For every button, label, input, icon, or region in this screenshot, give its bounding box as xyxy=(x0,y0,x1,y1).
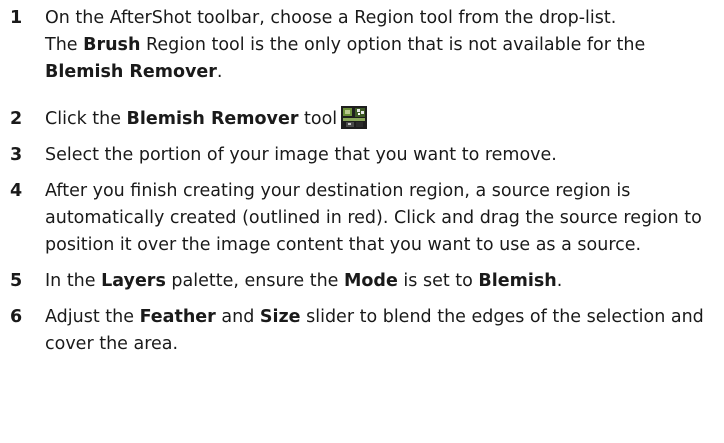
step-number: 1 xyxy=(10,8,23,28)
step-text-part: Adjust the xyxy=(45,307,140,327)
blemish-remover-term: Blemish Remover xyxy=(126,109,299,129)
layers-term: Layers xyxy=(101,271,166,291)
step-text: In the Layers palette, ensure the Mode i… xyxy=(45,268,716,295)
step-6: 6 Adjust the Feather and Size slider to … xyxy=(0,304,724,358)
blemish-term: Blemish xyxy=(478,271,557,291)
step-text-part: Click the xyxy=(45,109,127,129)
step-text-part: palette, ensure the xyxy=(165,271,344,291)
blemish-remover-tool-icon xyxy=(341,106,368,129)
step-number: 3 xyxy=(10,145,23,165)
step-text: On the AfterShot toolbar, choose a Regio… xyxy=(45,8,617,28)
step-text-part: is set to xyxy=(397,271,479,291)
step-text-part: . xyxy=(556,271,563,291)
step-5: 5 In the Layers palette, ensure the Mode… xyxy=(0,268,724,295)
step-number: 5 xyxy=(10,271,23,291)
brush-term: Brush xyxy=(83,35,141,55)
step-text-part: and xyxy=(215,307,260,327)
step-text: Click the Blemish Remover tool xyxy=(45,106,716,133)
step-number: 4 xyxy=(10,181,23,201)
mode-term: Mode xyxy=(344,271,398,291)
step-text: Adjust the Feather and Size slider to bl… xyxy=(45,304,716,358)
step-4: 4 After you finish creating your destina… xyxy=(0,178,724,259)
feather-term: Feather xyxy=(139,307,216,327)
step-text-part: In the xyxy=(45,271,102,291)
step-2: 2 Click the Blemish Remover tool xyxy=(0,106,724,133)
instructions-document: 1 On the AfterShot toolbar, choose a Reg… xyxy=(0,0,724,443)
step-1: 1 On the AfterShot toolbar, choose a Reg… xyxy=(0,5,724,86)
step-note: The Brush Region tool is the only option… xyxy=(45,32,716,86)
note-text: Region tool is the only option that is n… xyxy=(140,35,646,55)
step-text: Select the portion of your image that yo… xyxy=(45,145,557,165)
step-text-part: tool xyxy=(298,109,338,129)
step-number: 2 xyxy=(10,109,23,129)
step-3: 3 Select the portion of your image that … xyxy=(0,142,724,169)
note-text: The xyxy=(45,35,84,55)
step-text: After you finish creating your destinati… xyxy=(45,181,702,255)
size-term: Size xyxy=(259,307,301,327)
note-text: . xyxy=(216,62,223,82)
step-number: 6 xyxy=(10,307,23,327)
blemish-remover-term: Blemish Remover xyxy=(45,62,217,82)
